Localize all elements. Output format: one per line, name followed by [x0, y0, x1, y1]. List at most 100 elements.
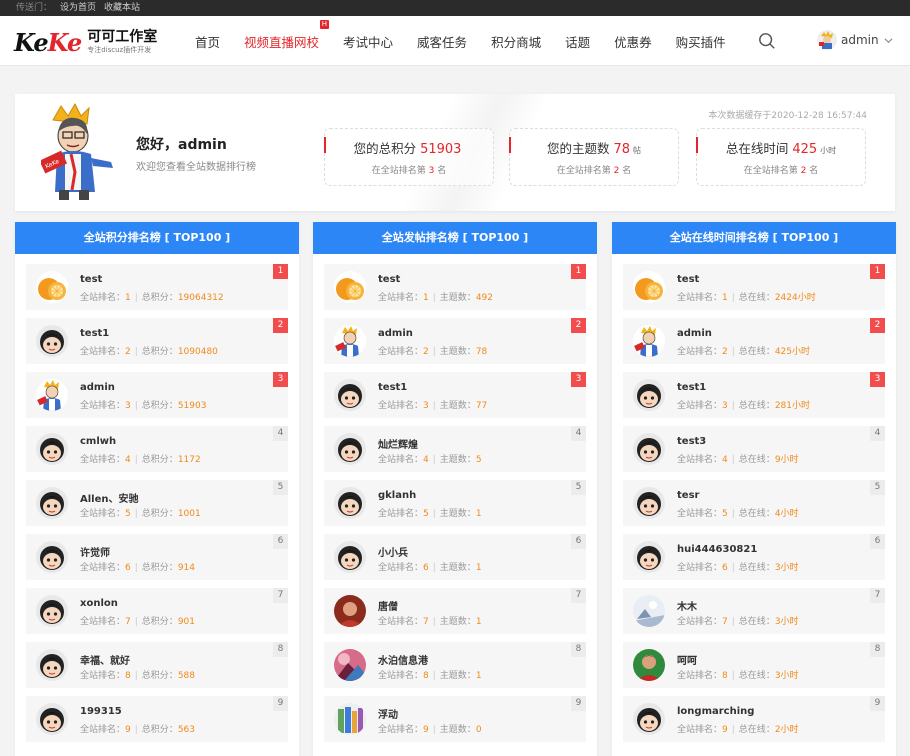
user-avatar[interactable] — [633, 271, 665, 303]
set-homepage-link[interactable]: 设为首页 — [60, 3, 96, 13]
ranking-username[interactable]: xonlon — [80, 598, 118, 609]
ranking-row[interactable]: xonlon 全站排名：7 | 总积分：901 7 — [26, 588, 288, 634]
ranking-username[interactable]: 木木 — [677, 598, 697, 613]
ranking-username[interactable]: 小小兵 — [378, 544, 408, 559]
ranking-username[interactable]: hui444630821 — [677, 544, 757, 555]
user-avatar[interactable] — [633, 649, 665, 681]
ranking-row[interactable]: hui444630821 全站排名：6 | 总在线：3小时 6 — [623, 534, 885, 580]
ranking-row[interactable]: test1 全站排名：2 | 总积分：1090480 2 — [26, 318, 288, 364]
user-avatar[interactable] — [633, 487, 665, 519]
user-avatar[interactable] — [36, 433, 68, 465]
user-avatar[interactable] — [36, 595, 68, 627]
ranking-row[interactable]: test1 全站排名：3 | 主题数：77 3 — [324, 372, 586, 418]
ranking-row[interactable]: Allen、安驰 全站排名：5 | 总积分：1001 5 — [26, 480, 288, 526]
ranking-username[interactable]: 水泊信息港 — [378, 652, 428, 667]
ranking-username[interactable]: admin — [677, 328, 712, 339]
ranking-row[interactable]: 199315 全站排名：9 | 总积分：563 9 — [26, 696, 288, 742]
ranking-row[interactable]: tesr 全站排名：5 | 总在线：4小时 5 — [623, 480, 885, 526]
ranking-username[interactable]: 灿烂辉煌 — [378, 436, 418, 451]
ranking-row[interactable]: admin 全站排名：3 | 总积分：51903 3 — [26, 372, 288, 418]
user-avatar[interactable] — [36, 703, 68, 735]
rank-label: 全站排名： — [677, 293, 723, 303]
user-avatar[interactable] — [334, 649, 366, 681]
ranking-row[interactable]: admin 全站排名：2 | 总在线：425小时 2 — [623, 318, 885, 364]
ranking-username[interactable]: longmarching — [677, 706, 754, 717]
ranking-row[interactable]: test1 全站排名：3 | 总在线：281小时 3 — [623, 372, 885, 418]
user-avatar[interactable] — [36, 541, 68, 573]
nav-coupons[interactable]: 优惠券 — [614, 32, 652, 51]
ranking-username[interactable]: 199315 — [80, 706, 122, 717]
user-avatar[interactable] — [334, 541, 366, 573]
nav-home[interactable]: 首页 — [195, 32, 220, 51]
rank-badge: 9 — [571, 696, 586, 711]
nav-topics[interactable]: 话题 — [565, 32, 590, 51]
user-avatar[interactable] — [633, 433, 665, 465]
ranking-row[interactable]: 水泊信息港 全站排名：8 | 主题数：1 8 — [324, 642, 586, 688]
rank-value: 2 — [722, 347, 728, 357]
ranking-username[interactable]: admin — [80, 382, 115, 393]
user-avatar[interactable] — [633, 379, 665, 411]
nav-points-mall[interactable]: 积分商城 — [491, 32, 541, 51]
ranking-row[interactable]: 浮动 全站排名：9 | 主题数：0 9 — [324, 696, 586, 742]
ranking-username[interactable]: cmlwh — [80, 436, 116, 447]
user-avatar[interactable] — [36, 487, 68, 519]
user-avatar[interactable] — [633, 325, 665, 357]
user-avatar[interactable] — [334, 325, 366, 357]
ranking-row[interactable]: test 全站排名：1 | 总在线：2424小时 1 — [623, 264, 885, 310]
ranking-username[interactable]: test — [80, 274, 102, 285]
user-avatar[interactable] — [334, 595, 366, 627]
ranking-row[interactable]: 木木 全站排名：7 | 总在线：3小时 7 — [623, 588, 885, 634]
ranking-row[interactable]: 灿烂辉煌 全站排名：4 | 主题数：5 4 — [324, 426, 586, 472]
nav-exam-center[interactable]: 考试中心 — [343, 32, 393, 51]
ranking-username[interactable]: test — [677, 274, 699, 285]
ranking-username[interactable]: test1 — [677, 382, 706, 393]
ranking-username[interactable]: 幸福、就好 — [80, 652, 130, 667]
ranking-username[interactable]: test1 — [378, 382, 407, 393]
user-avatar[interactable] — [36, 379, 68, 411]
user-avatar[interactable] — [36, 271, 68, 303]
ranking-row[interactable]: 唐僧 全站排名：7 | 主题数：1 7 — [324, 588, 586, 634]
stat-total-points: 您的总积分 51903 在全站排名第 3 名 — [324, 128, 494, 186]
user-avatar[interactable] — [36, 325, 68, 357]
ranking-row[interactable]: test 全站排名：1 | 主题数：492 1 — [324, 264, 586, 310]
ranking-row[interactable]: test3 全站排名：4 | 总在线：9小时 4 — [623, 426, 885, 472]
ranking-row[interactable]: 幸福、就好 全站排名：8 | 总积分：588 8 — [26, 642, 288, 688]
ranking-row[interactable]: longmarching 全站排名：9 | 总在线：2小时 9 — [623, 696, 885, 742]
user-avatar[interactable] — [334, 379, 366, 411]
ranking-username[interactable]: 浮动 — [378, 706, 398, 721]
user-avatar[interactable] — [334, 271, 366, 303]
user-avatar[interactable] — [633, 541, 665, 573]
ranking-username[interactable]: tesr — [677, 490, 699, 501]
ranking-username[interactable]: Allen、安驰 — [80, 490, 139, 505]
ranking-row[interactable]: admin 全站排名：2 | 主题数：78 2 — [324, 318, 586, 364]
ranking-username[interactable]: gklanh — [378, 490, 416, 501]
posts-ranking-title: 全站发帖排名榜 [ TOP100 ] — [313, 222, 597, 254]
ranking-row[interactable]: 呵呵 全站排名：8 | 总在线：3小时 8 — [623, 642, 885, 688]
ranking-username[interactable]: admin — [378, 328, 413, 339]
nav-video-school[interactable]: 视频直播网校 H — [244, 19, 330, 51]
user-avatar[interactable] — [334, 703, 366, 735]
ranking-username[interactable]: 许觉师 — [80, 544, 110, 559]
ranking-username[interactable]: test1 — [80, 328, 109, 339]
search-icon[interactable] — [758, 32, 776, 50]
ranking-row[interactable]: test 全站排名：1 | 总积分：19064312 1 — [26, 264, 288, 310]
user-avatar[interactable] — [334, 433, 366, 465]
user-avatar[interactable] — [633, 595, 665, 627]
user-avatar[interactable] — [36, 649, 68, 681]
site-logo[interactable]: KeKe 可可工作室 专注discuz插件开发 — [14, 27, 157, 57]
nav-buy-plugins[interactable]: 购买插件 — [676, 32, 726, 51]
user-avatar[interactable] — [633, 703, 665, 735]
ranking-row[interactable]: 小小兵 全站排名：6 | 主题数：1 6 — [324, 534, 586, 580]
ranking-username[interactable]: 呵呵 — [677, 652, 697, 667]
ranking-username[interactable]: 唐僧 — [378, 598, 398, 613]
ranking-username[interactable]: test — [378, 274, 400, 285]
bookmark-link[interactable]: 收藏本站 — [104, 3, 140, 13]
rank-value: 7 — [423, 617, 429, 627]
user-avatar[interactable] — [334, 487, 366, 519]
ranking-row[interactable]: cmlwh 全站排名：4 | 总积分：1172 4 — [26, 426, 288, 472]
ranking-row[interactable]: gklanh 全站排名：5 | 主题数：1 5 — [324, 480, 586, 526]
ranking-username[interactable]: test3 — [677, 436, 706, 447]
user-menu[interactable]: admin — [817, 30, 893, 50]
nav-witkey-tasks[interactable]: 威客任务 — [417, 32, 467, 51]
ranking-row[interactable]: 许觉师 全站排名：6 | 总积分：914 6 — [26, 534, 288, 580]
